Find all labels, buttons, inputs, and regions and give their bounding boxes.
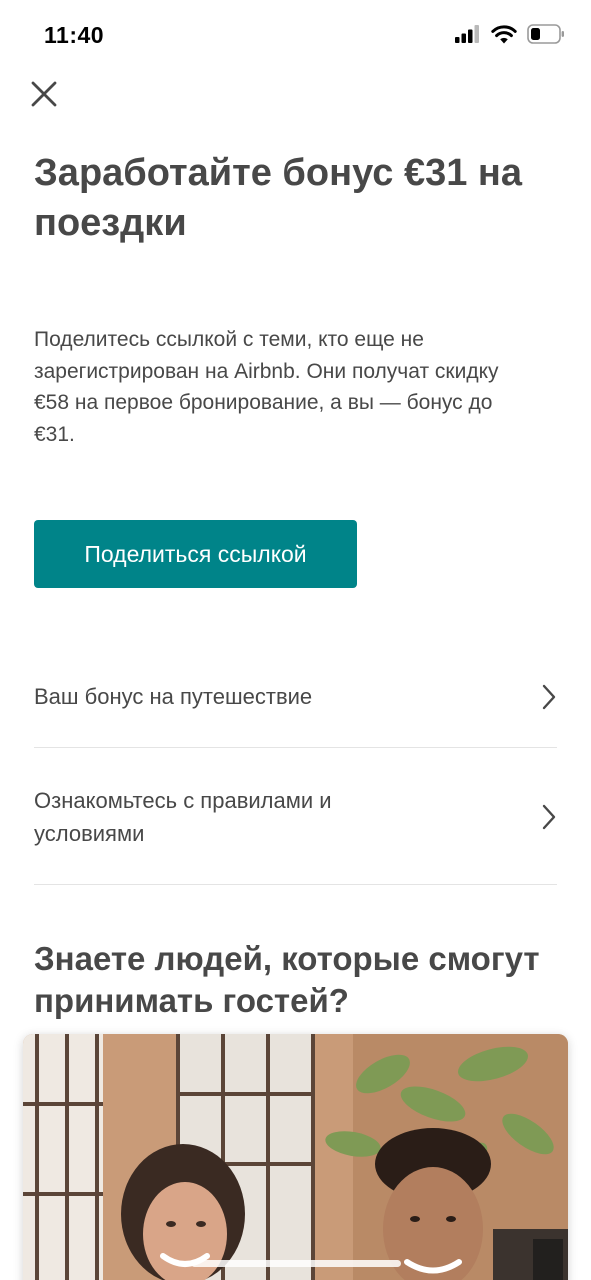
referral-description: Поделитесь ссылкой с теми, кто еще не за…	[34, 328, 499, 446]
close-icon	[31, 81, 57, 107]
divider	[34, 747, 557, 748]
status-time: 11:40	[44, 22, 105, 48]
chevron-right-icon	[542, 804, 556, 830]
chevron-right-icon	[542, 684, 556, 709]
travel-bonus-link[interactable]: Ваш бонус на путешествие	[34, 680, 557, 713]
wifi-icon	[491, 24, 517, 43]
screen: 11:40 Заработайте бонус €31 на поездки П…	[0, 0, 591, 1280]
status-bar: 11:40	[0, 0, 591, 70]
battery-icon	[527, 24, 564, 44]
status-icons	[455, 24, 565, 44]
page-title: Заработайте бонус €31 на поездки	[34, 152, 522, 244]
divider	[34, 884, 557, 885]
hosts-section-title: Знаете людей, которые смогут принимать г…	[34, 940, 540, 1019]
home-indicator	[191, 1260, 401, 1267]
terms-label: Ознакомьтесь с правилами и условиями	[34, 788, 332, 846]
hosts-photo-card[interactable]	[23, 1034, 568, 1280]
hosts-photo	[23, 1034, 568, 1280]
terms-link[interactable]: Ознакомьтесь с правилами и условиями	[34, 784, 557, 850]
travel-bonus-label: Ваш бонус на путешествие	[34, 684, 313, 709]
close-button[interactable]	[28, 78, 60, 110]
cellular-signal-icon	[455, 25, 479, 43]
share-link-button[interactable]: Поделиться ссылкой	[34, 520, 357, 588]
